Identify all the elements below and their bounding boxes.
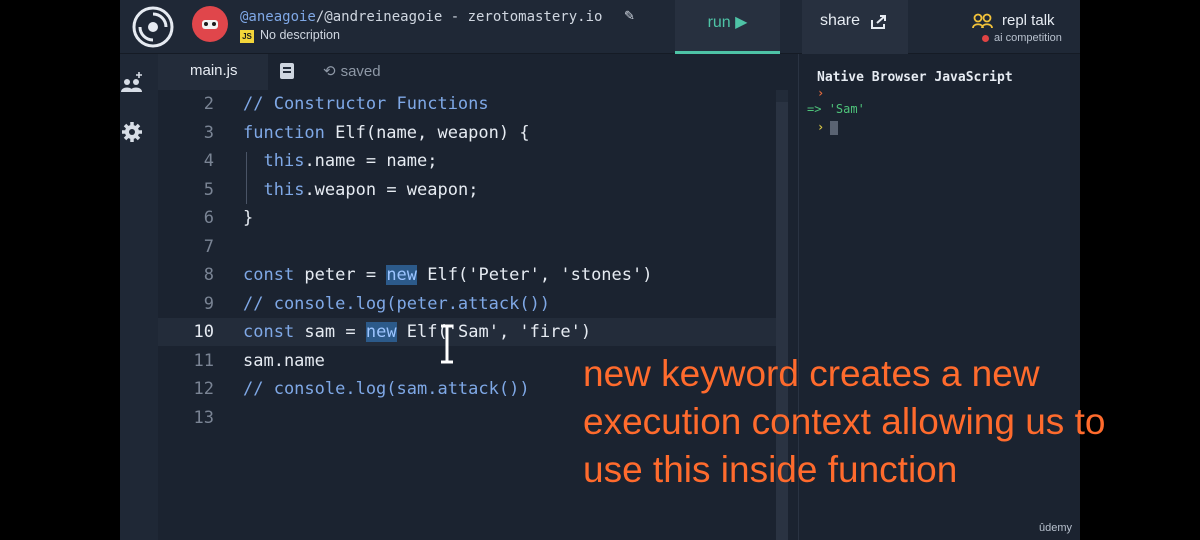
code-line[interactable]: 8 const peter = new Elf('Peter', 'stones'… xyxy=(158,261,778,289)
code-line[interactable]: 7 xyxy=(158,233,778,261)
ai-competition-label: ai competition xyxy=(994,32,1062,44)
gear-icon[interactable] xyxy=(120,120,144,144)
code-line[interactable]: 5 this.weapon = weapon; xyxy=(158,176,778,204)
code-line[interactable]: 10 const sam = new Elf('Sam', 'fire') xyxy=(158,318,778,346)
caption-line-3: use this inside function xyxy=(583,449,958,490)
console-prompt-line-1: › xyxy=(817,86,824,100)
code-token: ) xyxy=(580,322,592,342)
js-language-icon: JS xyxy=(240,30,254,43)
avatar[interactable] xyxy=(192,6,228,42)
udemy-watermark: ûdemy xyxy=(1038,522,1072,534)
code-token: // console.log(peter.attack()) xyxy=(243,293,551,314)
repl-owner-link[interactable]: @aneagoie xyxy=(240,9,316,25)
code-token: sam = xyxy=(294,322,366,342)
code-token: this xyxy=(263,179,305,200)
line-number: 12 xyxy=(193,379,214,399)
line-number: 7 xyxy=(203,236,214,257)
replit-logo-icon[interactable] xyxy=(132,6,174,48)
code-token: , xyxy=(539,265,561,285)
save-status-label: saved xyxy=(340,63,381,80)
code-token: 'Peter' xyxy=(468,265,540,285)
code-token: // console.log(sam.attack()) xyxy=(243,379,530,399)
input-chevron-icon: › xyxy=(817,120,825,134)
caption-line-1: new keyword creates a new xyxy=(583,353,1040,394)
line-number: 8 xyxy=(203,265,214,285)
code-token: Elf( xyxy=(417,265,469,285)
code-token: .name = name; xyxy=(304,151,438,171)
code-token: const xyxy=(243,322,295,342)
ai-competition-link[interactable]: ai competition xyxy=(982,32,1062,44)
code-line[interactable]: 4 this.name = name; xyxy=(158,147,778,175)
code-line[interactable]: 2 // Constructor Functions xyxy=(158,90,778,118)
code-token: } xyxy=(243,208,254,228)
prompt-chevron-icon: › xyxy=(817,86,825,100)
left-rail xyxy=(120,54,158,540)
console-input-line[interactable]: › xyxy=(817,120,839,135)
caption-line-2: execution context allowing us to xyxy=(583,401,1106,442)
add-user-icon[interactable] xyxy=(120,70,144,94)
code-line[interactable]: 6} xyxy=(158,204,778,232)
selected-token: new xyxy=(386,265,418,285)
result-value: 'Sam' xyxy=(828,102,865,116)
share-button-label: share xyxy=(820,12,861,29)
editor-tab-bar: main.js ⟲ saved xyxy=(158,54,798,90)
line-text: this.weapon = weapon; xyxy=(243,176,478,204)
line-number: 3 xyxy=(203,122,214,143)
code-token: 'fire' xyxy=(519,322,581,342)
line-number: 9 xyxy=(203,293,214,314)
line-text: const peter = new Elf('Peter', 'stones') xyxy=(243,261,653,289)
code-token: function xyxy=(243,122,325,143)
line-text: } xyxy=(243,204,253,232)
repl-name: /@andreineagoie - zerotomastery.io xyxy=(315,9,603,25)
line-number: 4 xyxy=(203,151,214,171)
line-text: // console.log(peter.attack()) xyxy=(243,290,550,318)
line-text: // Constructor Functions xyxy=(243,90,489,118)
line-number: 13 xyxy=(193,407,214,428)
result-arrow: => xyxy=(807,102,822,116)
indent-guide xyxy=(246,152,247,204)
run-button[interactable]: run ▶ xyxy=(675,0,780,54)
line-text: this.name = name; xyxy=(243,147,438,175)
line-text: sam.name xyxy=(243,347,325,375)
selected-token: new xyxy=(365,322,397,342)
code-token: Elf(name, weapon) { xyxy=(324,122,530,143)
console-result-line: => 'Sam' xyxy=(807,102,865,116)
tab-main-js[interactable]: main.js xyxy=(158,54,268,90)
repl-description[interactable]: No description xyxy=(260,28,340,42)
code-token: sam.name xyxy=(243,350,325,371)
code-token: .weapon = weapon; xyxy=(304,179,479,200)
code-token: this xyxy=(263,151,305,171)
code-token: const xyxy=(243,265,295,285)
line-text: // console.log(sam.attack()) xyxy=(243,375,530,403)
repl-path[interactable]: @aneagoie/@andreineagoie - zerotomastery… xyxy=(240,9,602,25)
code-line[interactable]: 9 // console.log(peter.attack()) xyxy=(158,290,778,318)
line-number: 11 xyxy=(193,350,214,371)
console-caret xyxy=(830,120,839,135)
code-line[interactable]: 3 function Elf(name, weapon) { xyxy=(158,119,778,147)
top-bar: @aneagoie/@andreineagoie - zerotomastery… xyxy=(120,0,1080,54)
caption-overlay: new keyword creates a new execution cont… xyxy=(583,350,1183,494)
line-text: function Elf(name, weapon) { xyxy=(243,119,530,147)
code-token: 'stones' xyxy=(560,265,643,285)
document-icon[interactable] xyxy=(280,63,294,79)
repl-talk-title: repl talk xyxy=(1002,12,1055,29)
live-dot-icon xyxy=(982,35,989,42)
share-button[interactable]: share xyxy=(802,0,908,54)
line-number: 10 xyxy=(193,322,214,342)
line-number: 5 xyxy=(203,179,214,200)
code-token: ) xyxy=(642,265,653,285)
line-text: const sam = new Elf('Sam', 'fire') xyxy=(243,318,591,346)
share-icon xyxy=(871,15,886,29)
history-icon: ⟲ xyxy=(323,63,336,80)
edit-pencil-icon[interactable]: ✎ xyxy=(624,8,635,24)
run-button-label: run ▶ xyxy=(707,14,748,31)
line-number: 6 xyxy=(203,208,214,228)
line-number: 2 xyxy=(203,94,214,114)
console-title: Native Browser JavaScript xyxy=(817,70,1013,85)
code-token: // Constructor Functions xyxy=(243,94,489,114)
text-cursor-icon xyxy=(441,324,453,364)
code-token: peter = xyxy=(294,265,387,285)
code-token: , xyxy=(498,322,520,342)
save-status: ⟲ saved xyxy=(323,62,381,80)
